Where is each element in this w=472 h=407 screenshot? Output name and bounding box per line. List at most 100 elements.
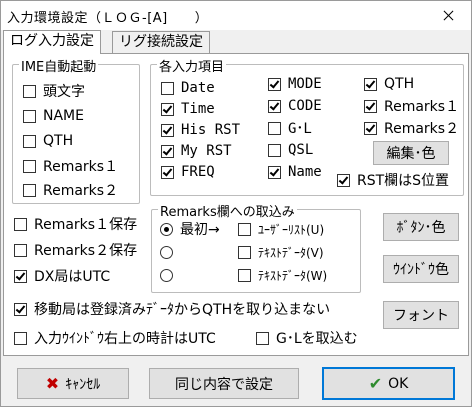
same-settings-button[interactable]: 同じ内容で設定 (149, 368, 299, 399)
user-list-checkbox[interactable]: ﾕｰｻﾞｰﾘｽﾄ(U) (238, 220, 324, 238)
checkbox-label: QSL (288, 142, 314, 158)
checkbox-label: Remarks２ (43, 183, 119, 199)
remarks2-save-checkbox[interactable]: Remarks２保存 (14, 241, 137, 259)
checkbox-box (161, 81, 174, 95)
checkbox-label: CODE (288, 98, 322, 114)
radio-dot (160, 268, 173, 282)
checkbox-label: ﾃｷｽﾄﾃﾞｰﾀ(V) (258, 245, 324, 260)
checkbox-label: QTH (43, 133, 74, 149)
checkbox-label: MODE (288, 76, 322, 92)
field-checkbox-remarks2[interactable]: Remarks２ (364, 119, 459, 137)
rst-position-checkbox[interactable]: RST欄はS位置 (337, 171, 449, 189)
checkbox-box (238, 222, 251, 236)
checkbox-box (364, 121, 377, 135)
checkbox-box (256, 331, 269, 345)
field-checkbox-freq[interactable]: FREQ (161, 163, 215, 181)
window-title: 入力環境設定（ＬＯＧ-[A] ） (7, 11, 209, 26)
field-checkbox-mode[interactable]: MODE (268, 75, 322, 93)
ime-checkbox-remarks1[interactable]: Remarks１ (23, 157, 118, 175)
close-icon: ✖ (45, 374, 60, 393)
checkbox-box (268, 143, 281, 157)
mobile-qth-checkbox[interactable]: 移動局は登録済みﾃﾞｰﾀからQTHを取り込まない (14, 300, 330, 318)
remarks-radio-second[interactable] (160, 243, 180, 261)
checkbox-box (364, 77, 377, 91)
ime-checkbox-initial[interactable]: 頭文字 (23, 82, 85, 100)
radio-dot (160, 222, 173, 236)
ime-group: IME自動起動 頭文字 NAME QTH Remarks１ Remarks２ (12, 56, 140, 204)
checkbox-label: NAME (43, 108, 84, 124)
checkbox-box (23, 109, 36, 123)
ime-group-legend: IME自動起動 (19, 56, 99, 75)
checkbox-box (23, 84, 36, 98)
checkbox-box (337, 173, 350, 187)
tab-panel: IME自動起動 頭文字 NAME QTH Remarks１ Remarks２ 各… (3, 53, 469, 356)
checkbox-label: QTH (384, 76, 415, 92)
checkbox-label: His RST (181, 122, 241, 138)
ok-button[interactable]: ✔ OK (322, 367, 455, 400)
checkbox-box (161, 144, 174, 158)
checkbox-box (268, 99, 281, 113)
tab-rig-connection[interactable]: リグ接続設定 (112, 31, 210, 53)
checkbox-label: 移動局は登録済みﾃﾞｰﾀからQTHを取り込まない (34, 302, 331, 318)
field-checkbox-remarks1[interactable]: Remarks１ (364, 97, 459, 115)
remarks-radio-first[interactable]: 最初→ (160, 220, 220, 238)
button-color-button[interactable]: ﾎﾞﾀﾝ･色 (383, 213, 459, 241)
cancel-button[interactable]: ✖ ｷｬﾝｾﾙ (17, 368, 129, 399)
checkbox-label: Remarks２ (384, 121, 460, 137)
field-checkbox-qth[interactable]: QTH (364, 75, 414, 93)
text-data-v-checkbox[interactable]: ﾃｷｽﾄﾃﾞｰﾀ(V) (238, 243, 324, 261)
checkbox-box (14, 331, 27, 345)
checkbox-box (14, 243, 27, 257)
edit-color-button[interactable]: 編集･色 (373, 141, 449, 165)
checkbox-box (14, 217, 27, 231)
font-button[interactable]: フォント (383, 301, 459, 329)
checkbox-box (161, 165, 174, 179)
checkbox-label: RST欄はS位置 (357, 173, 450, 189)
close-icon[interactable] (425, 1, 471, 30)
checkbox-label: 頭文字 (43, 84, 85, 100)
checkbox-label: My RST (181, 143, 232, 159)
ime-checkbox-remarks2[interactable]: Remarks２ (23, 181, 118, 199)
checkbox-box (14, 269, 27, 283)
checkbox-label: DX局はUTC (34, 269, 111, 285)
checkbox-label: G･Lを取込む (276, 331, 358, 347)
checkbox-box (23, 183, 36, 197)
checkbox-label: Time (181, 101, 215, 117)
fields-group: 各入力項目 Date Time His RST My RST FREQ MODE… (150, 56, 464, 196)
checkbox-label: Remarks１保存 (34, 217, 138, 233)
field-checkbox-code[interactable]: CODE (268, 97, 322, 115)
checkbox-box (161, 102, 174, 116)
field-checkbox-my-rst[interactable]: My RST (161, 142, 232, 160)
checkbox-box (268, 165, 281, 179)
checkbox-label: ﾕｰｻﾞｰﾘｽﾄ(U) (258, 222, 325, 237)
settings-window: 入力環境設定（ＬＯＧ-[A] ） ログ入力設定 リグ接続設定 IME自動起動 頭… (0, 0, 472, 407)
checkbox-box (364, 99, 377, 113)
checkbox-label: Remarks２保存 (34, 243, 138, 259)
tab-log-input[interactable]: ログ入力設定 (3, 30, 101, 54)
gl-import-checkbox[interactable]: G･Lを取込む (256, 329, 358, 347)
checkbox-box (161, 123, 174, 137)
ime-checkbox-qth[interactable]: QTH (23, 132, 73, 150)
field-checkbox-qsl[interactable]: QSL (268, 141, 313, 159)
checkbox-label: G･L (288, 121, 312, 137)
remarks-radio-third[interactable] (160, 266, 180, 284)
field-checkbox-time[interactable]: Time (161, 100, 215, 118)
remarks-import-legend: Remarks欄への取込み (158, 201, 297, 220)
fields-group-legend: 各入力項目 (157, 56, 227, 75)
ime-checkbox-name[interactable]: NAME (23, 107, 84, 125)
cancel-label: ｷｬﾝｾﾙ (65, 376, 101, 393)
clock-utc-checkbox[interactable]: 入力ｳｲﾝﾄﾞｳ右上の時計はUTC (14, 329, 216, 347)
field-checkbox-gl[interactable]: G･L (268, 119, 312, 137)
remarks1-save-checkbox[interactable]: Remarks１保存 (14, 215, 137, 233)
checkbox-label: Remarks１ (43, 159, 119, 175)
radio-label: 最初→ (180, 222, 220, 238)
field-checkbox-his-rst[interactable]: His RST (161, 121, 240, 139)
dx-utc-checkbox[interactable]: DX局はUTC (14, 267, 110, 285)
checkbox-box (23, 159, 36, 173)
text-data-w-checkbox[interactable]: ﾃｷｽﾄﾃﾞｰﾀ(W) (238, 266, 327, 284)
remarks-import-group: Remarks欄への取込み 最初→ ﾕｰｻﾞｰﾘｽﾄ(U) ﾃｷｽﾄﾃﾞｰﾀ(V… (151, 201, 361, 293)
checkmark-icon: ✔ (368, 374, 383, 393)
field-checkbox-name[interactable]: Name (268, 163, 322, 181)
window-color-button[interactable]: ｳｲﾝﾄﾞｳ色 (383, 255, 459, 283)
field-checkbox-date[interactable]: Date (161, 79, 215, 97)
